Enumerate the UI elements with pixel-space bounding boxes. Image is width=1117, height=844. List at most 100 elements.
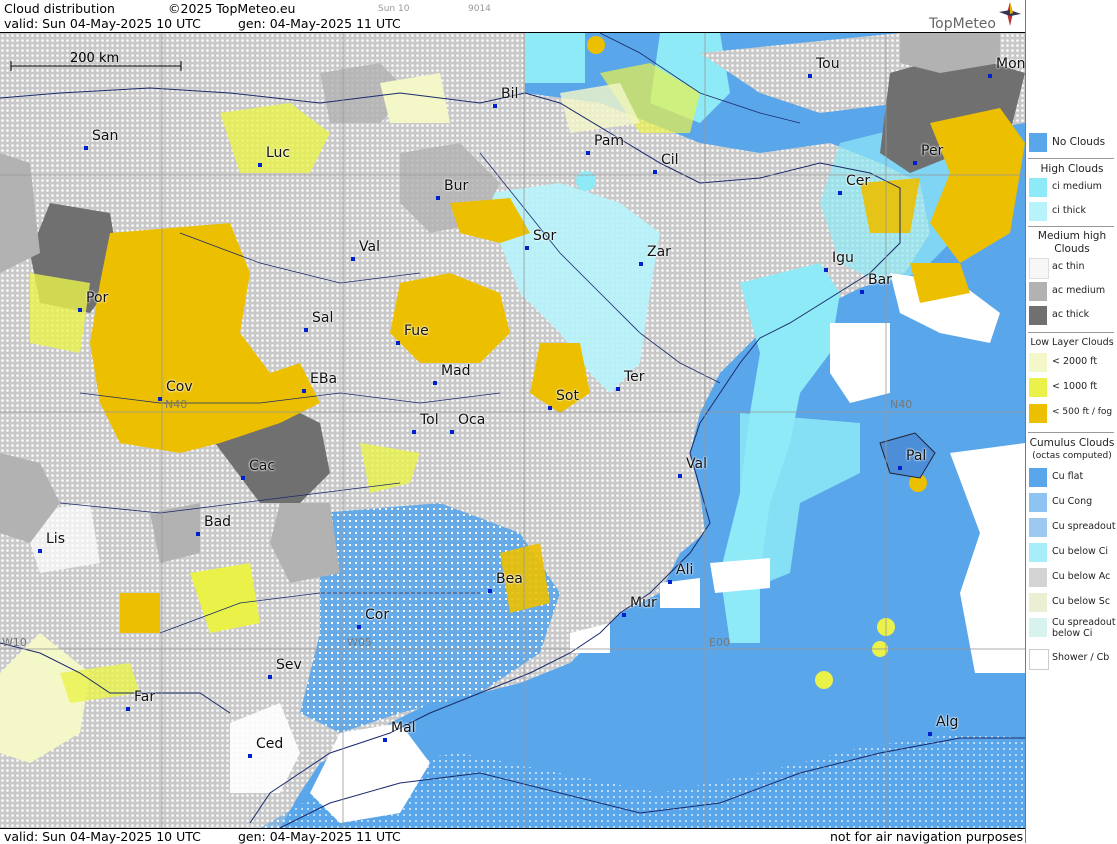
city-marker [450, 430, 454, 434]
scale-label: 200 km [70, 51, 120, 66]
city-marker [158, 397, 162, 401]
city-label: Sev [276, 657, 302, 673]
city-label: Bur [444, 178, 469, 194]
footer-valid-time: valid: Sun 04-May-2025 10 UTC [4, 829, 201, 844]
city-label: Mur [630, 595, 657, 611]
frame-label: Sun 10 [378, 4, 410, 14]
legend-cu-below-ci: Cu below Ci [1028, 542, 1116, 564]
city-label: Fue [404, 323, 429, 339]
cu-below-ci-swatch [1029, 543, 1047, 562]
gen-time: gen: 04-May-2025 11 UTC [238, 16, 401, 31]
city-marker [616, 387, 620, 391]
city-marker [78, 308, 82, 312]
legend-shower: Shower / Cb [1028, 648, 1116, 670]
ci-thick-swatch [1029, 202, 1047, 221]
ac-thin-swatch [1029, 258, 1049, 279]
city-marker [639, 262, 643, 266]
city-label: Val [686, 456, 707, 472]
city-marker [304, 328, 308, 332]
city-label: Ced [256, 736, 284, 752]
cu-below-ac-swatch [1029, 568, 1047, 587]
cloud-map[interactable]: 200 km N40 N40 W05 E00 W10 Bil Tou Mon San L… [0, 33, 1025, 828]
city-label: Mon [996, 56, 1025, 72]
city-label: Por [86, 290, 109, 306]
city-label: Tol [420, 412, 439, 428]
city-marker [196, 532, 200, 536]
city-marker [126, 707, 130, 711]
city-label: Per [921, 143, 944, 159]
footer-gen-time: gen: 04-May-2025 11 UTC [238, 829, 401, 844]
city-marker [668, 580, 672, 584]
cu-cong-swatch [1029, 493, 1047, 512]
city-label: Bea [496, 571, 523, 587]
city-marker [383, 738, 387, 742]
city-label: Mad [441, 363, 471, 379]
low-2000-swatch [1029, 353, 1047, 372]
city-marker [808, 74, 812, 78]
city-marker [38, 549, 42, 553]
city-marker [412, 430, 416, 434]
city-label: Igu [832, 250, 854, 266]
city-marker [351, 257, 355, 261]
legend-panel: No Clouds High Clouds ci medium ci thick… [1025, 0, 1117, 843]
city-label: Lis [46, 531, 65, 547]
legend-cu-below-sc: Cu below Sc [1028, 592, 1116, 614]
map-header: Cloud distribution ©2025 TopMeteo.eu Sun… [0, 0, 1025, 33]
city-label: Cov [166, 379, 193, 395]
city-marker [433, 381, 437, 385]
city-label: Mal [391, 720, 416, 736]
low-1000-swatch [1029, 378, 1047, 397]
city-label: Bar [868, 272, 892, 288]
city-marker [622, 613, 626, 617]
cu-below-sc-swatch [1029, 593, 1047, 612]
city-marker [898, 466, 902, 470]
city-label: San [92, 128, 119, 144]
grid-label: W10 [2, 636, 27, 649]
ac-medium-swatch [1029, 282, 1047, 301]
city-marker [357, 625, 361, 629]
grid-label: E00 [709, 636, 730, 649]
ac-thick-swatch [1029, 306, 1047, 325]
shower-swatch [1029, 649, 1049, 670]
city-label: Pal [906, 448, 927, 464]
topmeteo-logo: TopMeteo [929, 2, 1021, 32]
frame-code: 9014 [468, 4, 491, 14]
city-marker [678, 474, 682, 478]
city-marker [586, 151, 590, 155]
city-label: Sor [533, 228, 557, 244]
city-marker [653, 170, 657, 174]
city-label: Luc [266, 145, 291, 161]
city-marker [248, 754, 252, 758]
city-label: Cac [249, 458, 276, 474]
no-clouds-swatch [1029, 133, 1047, 152]
city-marker [302, 389, 306, 393]
city-label: Cor [365, 607, 390, 623]
city-marker [258, 163, 262, 167]
grid-label: W05 [347, 636, 372, 649]
legend-cu-spread: Cu spreadout [1028, 517, 1116, 539]
city-marker [396, 341, 400, 345]
compass-icon [999, 2, 1021, 26]
city-marker [913, 161, 917, 165]
cu-spread-swatch [1029, 518, 1047, 537]
legend-medium-title-1: Medium high [1037, 230, 1107, 242]
city-marker [838, 191, 842, 195]
legend-cu-title: Cumulus Clouds [1029, 437, 1115, 449]
legend-medium-title-2: Clouds [1054, 243, 1090, 255]
city-label: Pam [594, 133, 625, 149]
city-label: Bad [204, 514, 232, 530]
ci-medium-swatch [1029, 178, 1047, 197]
city-marker [268, 675, 272, 679]
city-marker [548, 406, 552, 410]
city-label: Val [359, 239, 380, 255]
map-title: Cloud distribution [4, 1, 115, 16]
legend-low-title: Low Layer Clouds [1030, 337, 1114, 348]
legend-cu-below-ac: Cu below Ac [1028, 567, 1116, 589]
city-label: Far [134, 689, 156, 705]
city-label: Sot [556, 388, 579, 404]
city-label: Sal [312, 310, 334, 326]
copyright: ©2025 TopMeteo.eu [168, 1, 296, 16]
valid-time: valid: Sun 04-May-2025 10 UTC [4, 16, 201, 31]
legend-high-title: High Clouds [1040, 163, 1104, 175]
city-label: Cer [846, 173, 871, 189]
